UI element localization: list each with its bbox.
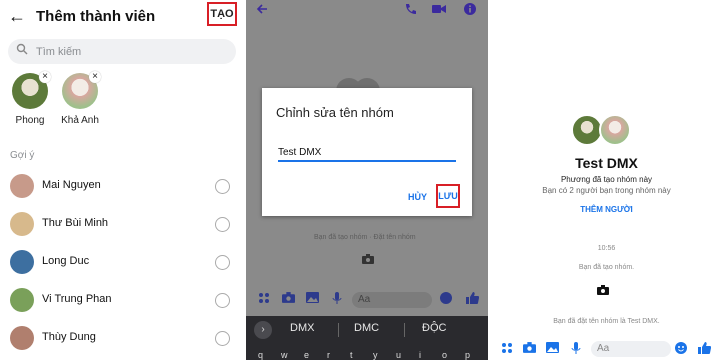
remove-icon[interactable]: × (89, 71, 101, 83)
keyboard-key[interactable]: r (327, 350, 330, 360)
microphone-icon[interactable] (571, 342, 581, 357)
video-call-icon[interactable] (432, 3, 446, 18)
suggestions-label: Gợi ý (10, 150, 35, 161)
contact-name: Long Duc (42, 255, 90, 267)
save-button[interactable]: LƯU (436, 184, 460, 208)
selected-member-chip[interactable]: × Phong (8, 71, 52, 126)
keyboard-suggestion[interactable]: DMC (354, 322, 379, 334)
members-text: Bạn có 2 người bạn trong nhóm này (542, 186, 671, 195)
rename-dialog: Chỉnh sửa tên nhóm HỦY LƯU (262, 88, 472, 216)
keyboard-key[interactable]: u (396, 350, 401, 360)
camera-icon (597, 285, 609, 298)
group-name-field[interactable] (278, 144, 456, 162)
back-arrow-icon[interactable]: ← (8, 6, 26, 27)
contact-name: Vi Trung Phan (42, 293, 112, 305)
system-message: Bạn đã tạo nhóm. (578, 264, 635, 271)
select-radio[interactable] (215, 179, 230, 194)
avatar (10, 326, 34, 350)
avatar (599, 114, 631, 146)
chat-toolbar (246, 0, 488, 22)
group-name: Test DMX (575, 155, 638, 171)
keyboard-key[interactable]: o (442, 350, 447, 360)
contact-name: Mai Nguyen (42, 179, 101, 191)
list-item[interactable]: Vi Trung Phan (0, 282, 243, 318)
thumbs-up-icon[interactable] (466, 292, 479, 307)
keyboard-key[interactable]: y (373, 350, 378, 360)
list-item[interactable]: Thư Bùi Minh (0, 206, 243, 242)
apps-icon[interactable] (501, 342, 513, 357)
search-icon (16, 43, 28, 58)
group-chat-screen: Test DMX Phương đã tạo nhóm này Bạn có 2… (493, 0, 720, 360)
add-members-screen: ← Thêm thành viên TẠO × Phong × Khả Anh … (0, 0, 243, 360)
contact-name: Thư Bùi Minh (42, 217, 109, 229)
phone-icon[interactable] (404, 3, 416, 18)
search-input[interactable] (36, 42, 226, 61)
thumbs-up-icon[interactable] (698, 342, 711, 357)
keyboard-key[interactable]: w (281, 350, 288, 360)
keyboard-key[interactable]: p (465, 350, 470, 360)
page-title: Thêm thành viên (36, 8, 156, 25)
apps-icon[interactable] (258, 292, 270, 307)
camera-icon[interactable] (523, 342, 536, 356)
microphone-icon[interactable] (332, 292, 342, 307)
gallery-icon[interactable] (546, 342, 559, 356)
divider (404, 323, 405, 337)
select-radio[interactable] (215, 255, 230, 270)
remove-icon[interactable]: × (39, 71, 51, 83)
background-hint-text: Bạn đã tạo nhóm · Đặt tên nhóm (314, 234, 416, 241)
keyboard-key[interactable]: e (304, 350, 309, 360)
keyboard-key[interactable]: t (350, 350, 353, 360)
list-item[interactable]: Thùy Dung (0, 320, 243, 356)
keyboard-suggestion[interactable]: ĐỘC (422, 322, 446, 334)
keyboard: › DMX DMC ĐỘC q w e r t y u i o p (246, 316, 488, 360)
member-name: Khả Anh (61, 115, 99, 126)
member-name: Phong (15, 115, 45, 126)
contact-name: Thùy Dung (42, 331, 96, 343)
divider (338, 323, 339, 337)
avatar (10, 288, 34, 312)
select-radio[interactable] (215, 217, 230, 232)
keyboard-suggestion[interactable]: DMX (290, 322, 314, 334)
select-radio[interactable] (215, 331, 230, 346)
emoji-icon[interactable] (675, 342, 687, 357)
chevron-right-icon[interactable]: › (254, 321, 272, 339)
avatar (10, 212, 34, 236)
rename-group-screen: Bạn đã tạo nhóm · Đặt tên nhóm Aa Chỉnh … (246, 0, 488, 360)
header: ← Thêm thành viên TẠO (0, 0, 243, 34)
avatar: × (62, 71, 101, 109)
gallery-icon[interactable] (306, 292, 319, 306)
selected-member-chip[interactable]: × Khả Anh (58, 71, 102, 126)
created-by-text: Phương đã tạo nhóm này (560, 175, 653, 184)
avatar: × (12, 71, 51, 109)
select-radio[interactable] (215, 293, 230, 308)
list-item[interactable]: Long Duc (0, 244, 243, 280)
avatar (10, 250, 34, 274)
timestamp: 10:56 (597, 245, 616, 252)
cancel-button[interactable]: HỦY (408, 192, 427, 202)
dialog-title: Chỉnh sửa tên nhóm (276, 105, 394, 120)
keyboard-key[interactable]: q (258, 350, 263, 360)
keyboard-key[interactable]: i (419, 350, 421, 360)
create-button[interactable]: TẠO (207, 2, 237, 26)
add-people-button[interactable]: THÊM NGƯỜI (493, 205, 720, 214)
system-message: Bạn đã đặt tên nhóm là Test DMX. (553, 318, 660, 325)
message-input[interactable]: Aa (352, 292, 432, 308)
camera-icon[interactable] (282, 292, 295, 306)
info-icon[interactable] (464, 3, 476, 18)
search-bar[interactable] (8, 39, 236, 64)
avatar (10, 174, 34, 198)
emoji-icon[interactable] (440, 292, 452, 307)
list-item[interactable]: Mai Nguyen (0, 168, 243, 204)
back-arrow-icon[interactable] (256, 3, 268, 18)
message-input[interactable]: Aa (591, 341, 671, 357)
camera-icon (362, 254, 374, 267)
